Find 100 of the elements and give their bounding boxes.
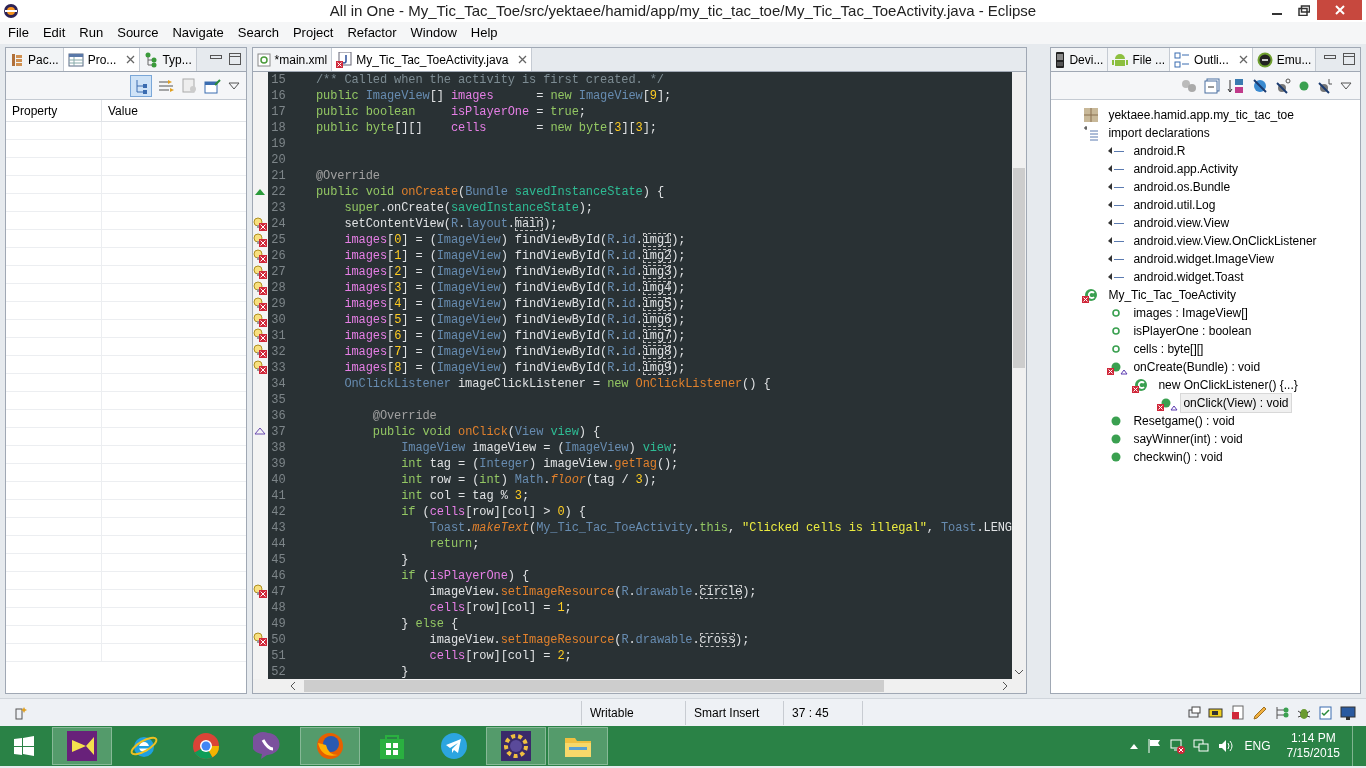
checklist-icon[interactable]: [1318, 704, 1334, 721]
menu-item[interactable]: Navigate: [165, 23, 231, 43]
line-number: 37: [271, 424, 286, 440]
line-number: 16: [271, 88, 286, 104]
language-indicator[interactable]: ENG: [1240, 737, 1275, 755]
hierarchy-icon: [10, 52, 24, 67]
editor-tab[interactable]: My_Tic_Tac_ToeActivity.java: [332, 48, 533, 71]
network-icon[interactable]: [1192, 738, 1209, 754]
outline-item[interactable]: import declarations: [1105, 123, 1213, 143]
left-tab[interactable]: Pac...: [6, 48, 64, 71]
outline-item[interactable]: yektaee.hamid.app.my_tic_tac_toe: [1105, 105, 1297, 125]
left-tab[interactable]: Typ...: [140, 48, 197, 71]
view-menu-icon[interactable]: [227, 81, 240, 90]
outline-item[interactable]: android.app.Activity: [1130, 159, 1242, 179]
outline-item[interactable]: android.os.Bundle: [1130, 177, 1234, 197]
menu-item[interactable]: Help: [463, 23, 505, 43]
monitor-icon[interactable]: [1340, 704, 1356, 721]
dots-icon[interactable]: [1181, 78, 1197, 93]
window-title: All in One - My_Tic_Tac_Toe/src/yektaee/hamid/app/my_tic_tac_toe/My_Tic_Tac_ToeActivity.java - Eclipse: [329, 0, 1037, 21]
code-line: } else {: [400, 616, 459, 632]
status-text: Smart Insert: [694, 704, 760, 722]
menu-item[interactable]: Run: [72, 23, 111, 43]
line-number: 23: [271, 200, 286, 216]
insert-marker-icon[interactable]: [14, 705, 28, 720]
editor-tab[interactable]: *main.xml: [252, 48, 333, 71]
code-line: images[1] = (ImageView) findViewById(R.id.img2);: [343, 248, 686, 264]
menu-item[interactable]: Refactor: [340, 23, 404, 43]
hide-static-icon[interactable]: [1275, 77, 1291, 94]
taskbar-app[interactable]: [300, 727, 360, 765]
minimize-maximize-icons[interactable]: [1324, 53, 1356, 66]
outline-item[interactable]: cells : byte[][]: [1130, 339, 1207, 359]
network-error-icon[interactable]: [1168, 738, 1185, 754]
outline-item[interactable]: android.widget.ImageView: [1130, 249, 1277, 269]
line-number: 20: [271, 152, 286, 168]
column-header[interactable]: Property: [6, 100, 102, 121]
tree-view-icon[interactable]: [129, 74, 152, 97]
outline-item[interactable]: Resetgame() : void: [1130, 411, 1238, 431]
menu-item[interactable]: Search: [230, 23, 286, 43]
minimize-maximize-icons[interactable]: [209, 53, 242, 66]
close-icon[interactable]: [126, 55, 136, 64]
flag-icon[interactable]: [1146, 738, 1161, 754]
clock[interactable]: 1:14 PM 7/15/2015: [1282, 731, 1344, 761]
close-icon[interactable]: [518, 55, 528, 64]
outline-item[interactable]: onClick(View) : void: [1180, 393, 1292, 413]
hide-local-icon[interactable]: [1317, 77, 1333, 94]
collapse-all-icon[interactable]: [1204, 77, 1220, 94]
scrollbar-thumb[interactable]: [303, 680, 884, 692]
line-number: 48: [271, 600, 286, 616]
outline-item[interactable]: images : ImageView[]: [1130, 303, 1251, 323]
line-number: 40: [271, 472, 286, 488]
speaker-icon[interactable]: [1216, 738, 1233, 754]
line-number: 36: [271, 408, 286, 424]
line-number: 47: [271, 584, 286, 600]
tree-nodes-icon[interactable]: [1274, 704, 1290, 721]
sort-icon[interactable]: [1227, 77, 1245, 94]
line-number: 46: [271, 568, 286, 584]
menu-item[interactable]: Project: [285, 23, 341, 43]
taskbar-app[interactable]: [486, 727, 546, 765]
restore-icon: [1297, 4, 1310, 16]
scroll-down-icon[interactable]: [1013, 667, 1024, 677]
outline-item[interactable]: android.view.View: [1130, 213, 1233, 233]
scrollbar-thumb[interactable]: [1012, 168, 1025, 368]
taskbar-app[interactable]: [52, 727, 112, 765]
view-menu-icon[interactable]: [1340, 81, 1352, 90]
close-button[interactable]: [1317, 0, 1362, 20]
left-tab[interactable]: Pro...: [63, 48, 141, 71]
menu-item[interactable]: File: [1, 23, 36, 43]
outline-item[interactable]: My_Tic_Tac_ToeActivity: [1105, 285, 1239, 305]
caret-up-icon[interactable]: [1128, 742, 1139, 750]
code-line: public void onClick(View view) {: [371, 424, 601, 440]
line-number: 44: [271, 536, 286, 552]
error-document-icon[interactable]: [1230, 704, 1246, 721]
right-tab[interactable]: File ...: [1108, 48, 1171, 71]
menu-item[interactable]: Edit: [35, 23, 73, 43]
outline-item[interactable]: checkwin() : void: [1130, 447, 1226, 467]
code-line: images[2] = (ImageView) findViewById(R.id.img3);: [343, 264, 686, 280]
hide-fields-icon[interactable]: [1252, 77, 1268, 94]
outline-item[interactable]: android.util.Log: [1130, 195, 1219, 215]
outline-item[interactable]: android.widget.Toast: [1130, 267, 1247, 287]
outline-item[interactable]: android.view.View.OnClickListener: [1130, 231, 1320, 251]
menu-item[interactable]: Source: [110, 23, 166, 43]
outline-item[interactable]: android.R: [1130, 141, 1189, 161]
outline-item[interactable]: onCreate(Bundle) : void: [1130, 357, 1264, 377]
outline-item[interactable]: new OnClickListener() {...}: [1155, 375, 1301, 395]
right-tab[interactable]: Outli...: [1170, 48, 1253, 71]
code-line: images[0] = (ImageView) findViewById(R.id.img1);: [343, 232, 686, 248]
column-header[interactable]: Value: [102, 100, 246, 121]
outline-item[interactable]: sayWinner(int) : void: [1130, 429, 1246, 449]
line-number: 31: [271, 328, 286, 344]
line-number: 27: [271, 264, 286, 280]
right-tab[interactable]: Devi...: [1051, 48, 1109, 71]
pencil-icon[interactable]: [1252, 704, 1268, 721]
code-line: ImageView imageView = (ImageView) view;: [400, 440, 679, 456]
window-icon[interactable]: [1186, 704, 1202, 721]
menu-item[interactable]: Window: [403, 23, 464, 43]
outline-item[interactable]: isPlayerOne : boolean: [1130, 321, 1255, 341]
pin-window-icon[interactable]: [203, 77, 222, 94]
right-tab[interactable]: Emu...: [1252, 48, 1317, 71]
close-icon[interactable]: [1238, 55, 1248, 64]
dot-icon[interactable]: [1298, 79, 1310, 92]
